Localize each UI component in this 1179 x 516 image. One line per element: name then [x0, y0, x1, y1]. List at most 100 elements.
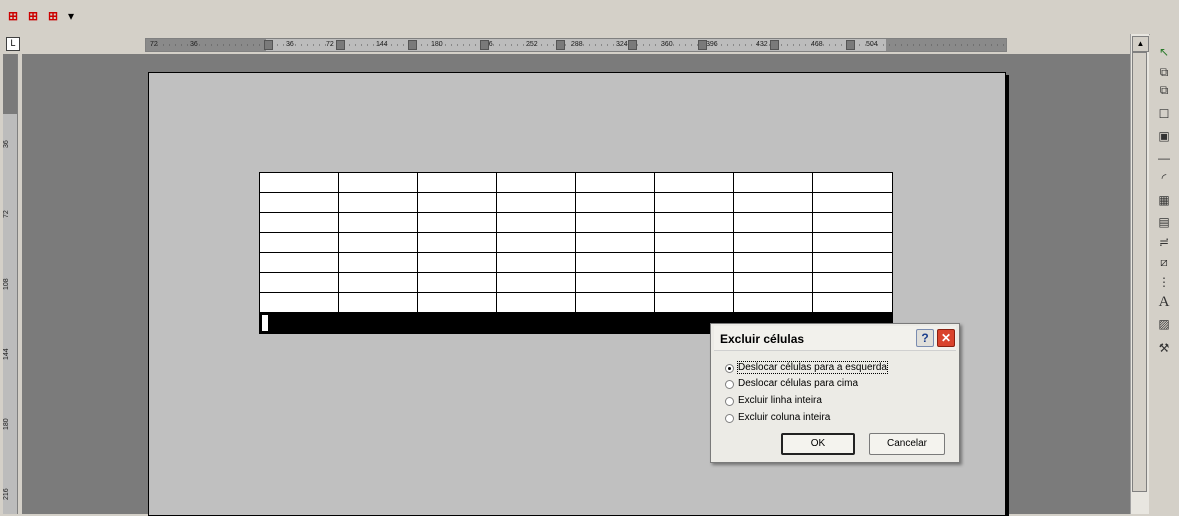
table-cell[interactable] [813, 273, 892, 293]
table-cell[interactable] [339, 273, 418, 293]
table-cell[interactable] [497, 213, 576, 233]
rotate-tool-icon[interactable]: ⧉ [1154, 64, 1174, 81]
table-cell[interactable] [813, 253, 892, 273]
vertical-ruler[interactable]: 36 72 108 144 180 216 [3, 54, 18, 514]
option-shift-left[interactable]: Deslocar células para a esquerda [725, 361, 888, 375]
table-cell[interactable] [497, 233, 576, 253]
dialog-title-bar[interactable]: Excluir células ? ✕ [714, 326, 956, 351]
table-frame-icon[interactable]: ▤ [1154, 214, 1174, 231]
table-cell[interactable] [497, 273, 576, 293]
option-delete-column[interactable]: Excluir coluna inteira [725, 411, 830, 425]
table-cell[interactable] [497, 193, 576, 213]
cancel-button[interactable]: Cancelar [869, 433, 945, 455]
table-cell[interactable] [260, 233, 339, 253]
table-cell[interactable] [655, 193, 734, 213]
table-cell[interactable] [813, 233, 892, 253]
zoom-icon[interactable]: ⋮ [1154, 274, 1174, 291]
table-cell[interactable] [734, 173, 813, 193]
table-cell[interactable] [418, 213, 497, 233]
table-icon[interactable]: ⊞ [26, 9, 40, 23]
table-cell[interactable] [418, 293, 497, 313]
radio-icon[interactable] [725, 413, 734, 423]
vertical-scrollbar[interactable]: ▲ [1130, 34, 1149, 514]
table-cell[interactable] [497, 293, 576, 313]
table-cell[interactable] [418, 253, 497, 273]
tab-stop-selector[interactable]: L [6, 37, 20, 51]
text-tool-icon[interactable]: A [1154, 294, 1174, 311]
table-cell[interactable] [576, 173, 655, 193]
table-cell[interactable] [576, 253, 655, 273]
ok-button[interactable]: OK [781, 433, 855, 455]
table-cell[interactable] [418, 233, 497, 253]
table-cell[interactable] [734, 193, 813, 213]
table-cell[interactable] [655, 213, 734, 233]
line-tool-icon[interactable]: — [1154, 150, 1174, 167]
pointer-tool-icon[interactable]: ↖ [1154, 44, 1174, 61]
ruler-column-marker[interactable] [480, 40, 489, 50]
scrollbar-thumb[interactable] [1132, 52, 1147, 492]
table-cell[interactable] [576, 193, 655, 213]
close-button[interactable]: ✕ [937, 329, 955, 347]
table-cell[interactable] [655, 293, 734, 313]
table-cell[interactable] [339, 213, 418, 233]
ruler-column-marker[interactable] [336, 40, 345, 50]
table-cell[interactable] [339, 253, 418, 273]
table-cell[interactable] [339, 173, 418, 193]
table-cell[interactable] [734, 253, 813, 273]
table-cell[interactable] [813, 193, 892, 213]
table-cell[interactable] [339, 193, 418, 213]
ruler-column-marker[interactable] [264, 40, 273, 50]
table-cell[interactable] [576, 213, 655, 233]
table-cell[interactable] [813, 173, 892, 193]
ruler-column-marker[interactable] [770, 40, 779, 50]
table-cell[interactable] [497, 253, 576, 273]
table-cell[interactable] [734, 293, 813, 313]
ruler-column-marker[interactable] [628, 40, 637, 50]
table-cell[interactable] [655, 273, 734, 293]
table-tool-icon[interactable]: ▦ [1154, 192, 1174, 209]
table-cell[interactable] [260, 193, 339, 213]
radio-icon[interactable] [725, 363, 734, 373]
ruler-column-marker[interactable] [556, 40, 565, 50]
image-tool-icon[interactable]: ▨ [1154, 316, 1174, 333]
ruler-column-marker[interactable] [698, 40, 707, 50]
table-cell[interactable] [418, 173, 497, 193]
table-cell[interactable] [260, 273, 339, 293]
table-cell[interactable] [734, 213, 813, 233]
table-cell[interactable] [260, 173, 339, 193]
horizontal-ruler[interactable]: 7236367214418021625228832436039643246850… [145, 38, 1007, 52]
table-cell[interactable] [497, 173, 576, 193]
table-cell[interactable] [813, 293, 892, 313]
scroll-up-icon[interactable]: ▲ [1132, 36, 1149, 52]
radio-icon[interactable] [725, 379, 734, 389]
table-cell[interactable] [734, 273, 813, 293]
ruler-column-marker[interactable] [408, 40, 417, 50]
table-cell[interactable] [813, 213, 892, 233]
table-cell[interactable] [576, 293, 655, 313]
table-cell[interactable] [260, 253, 339, 273]
toolbar-overflow-icon[interactable]: ▾ [68, 10, 74, 22]
option-delete-row[interactable]: Excluir linha inteira [725, 394, 822, 408]
table-icon[interactable]: ⊞ [6, 9, 20, 23]
table-cell[interactable] [734, 233, 813, 253]
table-cell[interactable] [576, 233, 655, 253]
table-cell[interactable] [339, 233, 418, 253]
text-frame-icon[interactable]: ☐ [1154, 106, 1174, 123]
table-cell[interactable] [655, 233, 734, 253]
table-icon[interactable]: ⊞ [46, 9, 60, 23]
link-tool-icon[interactable]: ⧉ [1154, 82, 1174, 99]
shape-tool-icon[interactable]: ◜ [1154, 170, 1174, 187]
table-cell[interactable] [576, 273, 655, 293]
unlinker-icon[interactable]: ⧄ [1154, 254, 1174, 271]
table-cell[interactable] [260, 213, 339, 233]
table-cell[interactable] [418, 273, 497, 293]
linker-icon[interactable]: ≓ [1154, 234, 1174, 251]
picture-frame-icon[interactable]: ▣ [1154, 128, 1174, 145]
help-button[interactable]: ? [916, 329, 934, 347]
table-cell[interactable] [339, 293, 418, 313]
option-shift-up[interactable]: Deslocar células para cima [725, 377, 858, 391]
document-table[interactable] [259, 172, 893, 334]
ruler-column-marker[interactable] [846, 40, 855, 50]
radio-icon[interactable] [725, 396, 734, 406]
table-cell[interactable] [655, 173, 734, 193]
